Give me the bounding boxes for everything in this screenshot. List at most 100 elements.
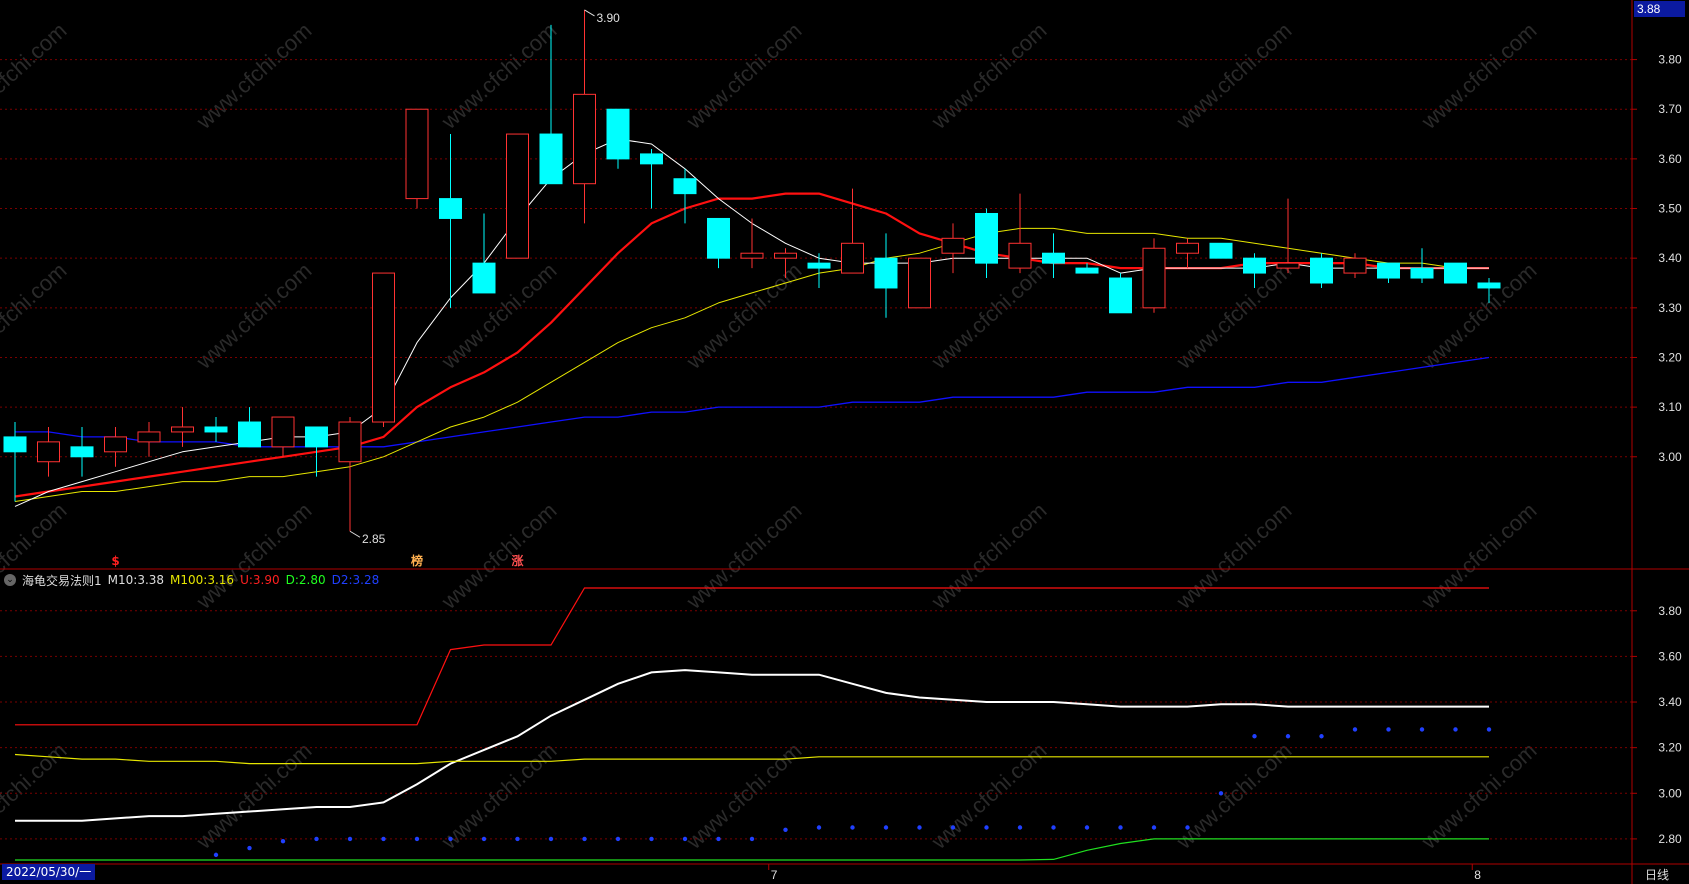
period-label[interactable]: 日线 [1645, 866, 1669, 883]
d2-dot [783, 827, 788, 832]
d2-dot [1051, 825, 1056, 830]
candle-body [1377, 262, 1400, 279]
candle-body [405, 108, 429, 200]
candle [137, 422, 161, 457]
watermark-text: www.cfchi.com [926, 258, 1052, 375]
d2-dot [1453, 727, 1458, 732]
y-tick-label: 3.40 [1658, 695, 1682, 709]
d2-dot [1486, 727, 1492, 732]
y-tick-label: 2.80 [1658, 832, 1682, 846]
d2-dot [414, 836, 420, 842]
chevron-down-icon[interactable]: ⌄ [4, 574, 16, 586]
d2-dot [515, 836, 520, 842]
watermark-text: www.cfchi.com [681, 18, 807, 135]
y-tick-label: 3.80 [1658, 604, 1682, 618]
y-tick-label: 3.50 [1658, 202, 1682, 216]
d2-dot [548, 836, 554, 842]
x-tick-label: 8 [1474, 868, 1481, 882]
candle-body [472, 262, 496, 294]
y-tick-label: 3.40 [1658, 251, 1682, 265]
candle [707, 217, 730, 269]
candle [975, 208, 998, 279]
legend-u: U:3.90 [240, 573, 280, 587]
x-tick-label: 7 [771, 868, 778, 882]
candle-body [1477, 282, 1501, 289]
candle [640, 148, 663, 209]
grid-lines [0, 59, 1637, 870]
candle-body [640, 153, 663, 165]
ma-blue-line [15, 356, 1490, 448]
candle [338, 417, 362, 532]
watermark-text: www.cfchi.com [1416, 738, 1542, 855]
candle [171, 407, 194, 447]
candle [874, 233, 898, 318]
y-tick-label: 3.70 [1658, 102, 1682, 116]
candle-body [305, 426, 328, 448]
candle [673, 168, 697, 224]
d2-dot [917, 825, 922, 830]
candle-body [740, 252, 764, 259]
d2-dot [682, 836, 688, 842]
d2-dot [247, 845, 252, 851]
low-label: 2.85 [362, 532, 386, 546]
watermark-text: www.cfchi.com [1416, 258, 1542, 375]
d2-dot [1185, 825, 1190, 830]
candle-body [908, 257, 931, 309]
d2-dot [1252, 734, 1257, 739]
candle [506, 133, 529, 259]
d2-dot [213, 852, 219, 858]
stock-chart[interactable]: www.cfchi.com www.cfchi.com www.cfchi.com w… [0, 0, 1689, 884]
candle-body [1243, 257, 1266, 274]
d2-dot [716, 836, 721, 842]
candle [1310, 253, 1333, 288]
candle-body [1410, 267, 1434, 279]
d2-dot [1218, 791, 1224, 796]
y-tick-label: 3.00 [1658, 786, 1682, 800]
candle-body [104, 436, 127, 453]
candle [1209, 242, 1233, 259]
watermark-text: www.cfchi.com [926, 738, 1052, 855]
indicator-name[interactable]: 海龟交易法则1 [22, 572, 102, 589]
candle [1410, 248, 1434, 283]
candle-body [1310, 257, 1333, 284]
watermark-text: www.cfchi.com [436, 18, 562, 135]
candle [908, 257, 931, 309]
candle [1008, 193, 1032, 274]
signal-marker: $ [111, 554, 119, 568]
watermark-text: www.cfchi.com [0, 18, 71, 135]
d2-dot [280, 838, 286, 844]
candle [606, 108, 630, 169]
watermark-text: www.cfchi.com [436, 498, 562, 615]
watermark-text: www.cfchi.com [191, 738, 317, 855]
watermark-text: www.cfchi.com [436, 258, 562, 375]
watermark-text: www.cfchi.com [436, 738, 562, 855]
signal-marker: 榜 [411, 553, 423, 568]
candle [104, 426, 127, 467]
d2-dot [850, 825, 855, 830]
legend-d2: D2:3.28 [331, 573, 380, 587]
y-tick-label: 3.30 [1658, 301, 1682, 315]
candle-body [171, 426, 194, 433]
start-date-label: 2022/05/30/一 [2, 864, 96, 880]
d2-dot [448, 836, 453, 842]
d2-dot [1017, 825, 1023, 830]
d2-dot [1419, 727, 1425, 732]
d2-dot [1118, 825, 1123, 830]
low-pointer [349, 530, 361, 538]
candle-body [1176, 242, 1199, 254]
candle-body [271, 416, 295, 448]
watermark-text: www.cfchi.com [1171, 18, 1297, 135]
candle-body [1343, 257, 1367, 274]
candle [740, 218, 764, 269]
candle [941, 223, 965, 274]
d2-dot [615, 836, 621, 842]
candle-body [1142, 247, 1166, 309]
axis-labels: 3.00 3.10 3.20 3.30 3.40 3.50 3.60 3.70 3.80 2.80… [771, 53, 1682, 882]
candle-body [70, 446, 94, 458]
candle-body [841, 242, 864, 274]
d2-dot [816, 825, 822, 830]
y-tick-label: 3.80 [1658, 53, 1682, 67]
d2-dot [883, 825, 889, 830]
watermark-text: www.cfchi.com [926, 18, 1052, 135]
candle [573, 9, 596, 224]
